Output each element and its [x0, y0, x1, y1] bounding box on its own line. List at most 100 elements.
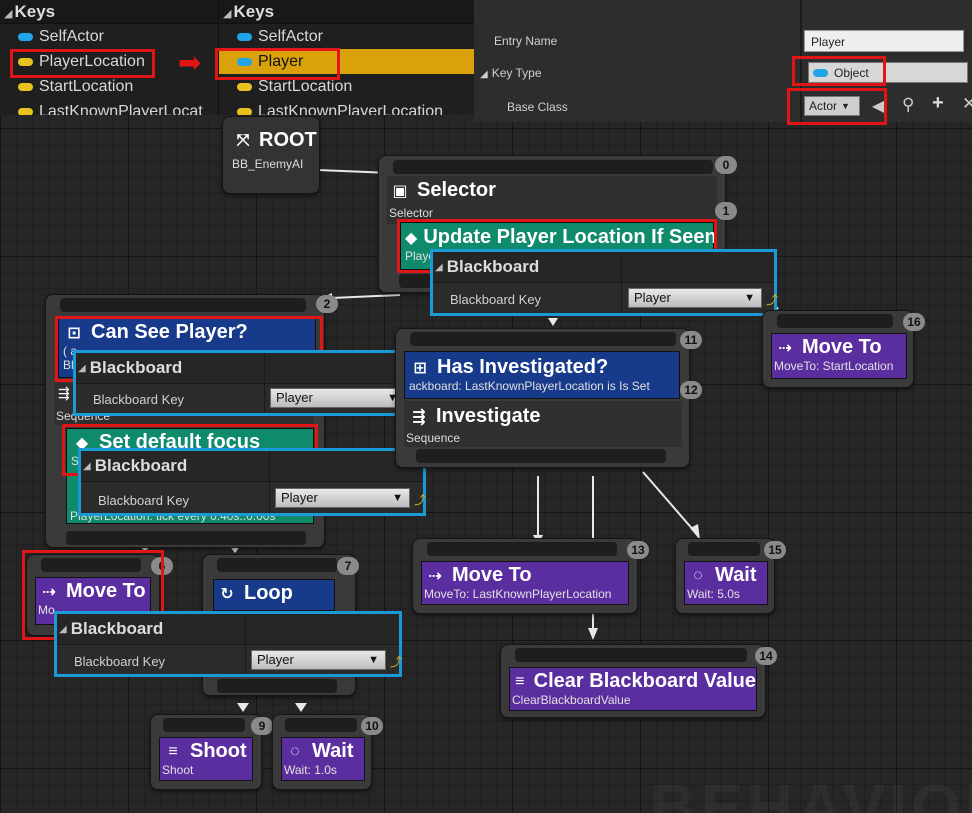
node-index-badge: 1	[715, 202, 737, 220]
blackboard-section-header[interactable]: ◢ Blackboard	[81, 451, 423, 482]
collapse-arrow-icon[interactable]: ◢	[223, 8, 231, 20]
wait-icon: ◌	[290, 742, 300, 760]
key-item-selfactor[interactable]: SelfActor	[219, 24, 474, 49]
selector-icon: ▣	[392, 182, 408, 200]
column-divider	[621, 252, 622, 313]
task-title: ≡ Shoot	[160, 738, 252, 763]
collapse-arrow-icon[interactable]: ◢	[4, 8, 12, 20]
node-index-badge: 0	[715, 156, 737, 174]
collapse-arrow-icon: ◢	[83, 460, 91, 472]
has-investigated-decorator[interactable]: ⊞ Has Investigated? ackboard: LastKnownPl…	[404, 351, 680, 399]
tree-root-icon: ⤧	[236, 131, 250, 149]
move-to-task: ⇢ Move To MoveTo: StartLocation	[771, 333, 907, 379]
wait-icon: ◌	[693, 566, 703, 584]
blackboard-popup: ◢Blackboard Blackboard Key Player▼ ⤴	[73, 350, 421, 416]
clear-icon[interactable]: ✕	[962, 94, 972, 114]
node-index-badge: 2	[316, 295, 338, 313]
object-key-icon	[18, 32, 33, 41]
blackboard-popup: ◢Blackboard Blackboard Key Player▼ ⤴	[54, 611, 402, 677]
input-pin[interactable]	[427, 542, 617, 556]
key-item-lastknown[interactable]: LastKnownPlayerLocation	[219, 99, 474, 115]
investigate-header: ⇶ Investigate Sequence	[404, 401, 682, 447]
keys-header: ◢ Keys	[219, 0, 474, 24]
node-index-badge: 15	[764, 541, 786, 559]
chevron-down-icon: ▼	[368, 654, 379, 666]
blackboard-popup: ◢Blackboard Blackboard Key Player▼ ⤴	[430, 249, 778, 316]
decorator-subtitle: ackboard: LastKnownPlayerLocation is Is …	[409, 379, 650, 393]
blackboard-key-label: Blackboard Key	[93, 392, 185, 407]
blackboard-key-label: Blackboard Key	[450, 292, 542, 307]
output-pin[interactable]	[66, 531, 306, 545]
input-pin[interactable]	[515, 648, 747, 662]
details-panel: Entry Name Player ◢ Key Type Object Base …	[474, 0, 972, 122]
output-pin[interactable]	[217, 679, 337, 693]
column-divider	[245, 614, 246, 674]
input-pin[interactable]	[410, 332, 676, 346]
task-subtitle: ClearBlackboardValue	[512, 693, 631, 707]
shoot-task-icon: ≡	[168, 742, 178, 760]
reset-icon[interactable]: ⤴	[390, 653, 402, 670]
task-title: ◌ Wait	[685, 562, 767, 587]
input-pin[interactable]	[163, 718, 245, 732]
search-icon[interactable]: ⚲	[902, 95, 914, 115]
blackboard-key-label: Blackboard Key	[74, 654, 166, 669]
investigate-node[interactable]: 11 ⊞ Has Investigated? ackboard: LastKnow…	[395, 328, 702, 468]
wait-1-node[interactable]: 10 ◌ Wait Wait: 1.0s	[272, 714, 383, 790]
loop-icon: ↻	[220, 585, 234, 603]
move-to-last-node[interactable]: 13 ⇢ Move To MoveTo: LastKnownPlayerLocat…	[412, 538, 649, 614]
key-item-lastknown[interactable]: LastKnownPlayerLocat	[0, 99, 218, 115]
output-pin[interactable]	[416, 449, 666, 463]
clear-value-icon: ≡	[515, 672, 525, 690]
vector-key-icon	[18, 82, 33, 91]
task-title: ⇢ Move To	[772, 334, 906, 359]
highlight-key-type	[792, 56, 886, 86]
input-pin[interactable]	[217, 558, 337, 572]
investigate-title: ⇶ Investigate	[408, 405, 540, 428]
shoot-node[interactable]: 9 ≡ Shoot Shoot	[150, 714, 273, 790]
wait-task: ◌ Wait Wait: 5.0s	[684, 561, 768, 605]
input-pin[interactable]	[777, 314, 893, 328]
base-class-label: Base Class	[507, 100, 568, 114]
reset-icon[interactable]: ⤴	[766, 291, 778, 308]
node-index-badge: 16	[903, 313, 925, 331]
task-title: ⇢ Move To	[422, 562, 628, 587]
blackboard-key-dropdown[interactable]: Player ▼	[628, 288, 762, 308]
blackboard-section-header[interactable]: ◢ Blackboard	[433, 252, 774, 283]
collapse-arrow-icon: ◢	[59, 623, 67, 635]
input-pin[interactable]	[285, 718, 357, 732]
blackboard-section-header[interactable]: ◢ Blackboard	[57, 614, 399, 645]
clear-bb-node[interactable]: 14 ≡ Clear Blackboard Value ClearBlackboa…	[500, 644, 777, 718]
input-pin[interactable]	[393, 160, 713, 174]
reset-icon[interactable]: ⤴	[414, 491, 426, 508]
keys-header: ◢ Keys	[0, 0, 218, 24]
root-subtitle: BB_EnemyAI	[232, 157, 304, 171]
vector-key-icon	[18, 107, 33, 115]
blackboard-key-dropdown[interactable]: Player ▼	[275, 488, 410, 508]
entry-name-label: Entry Name	[494, 34, 558, 48]
blackboard-section-header[interactable]: ◢ Blackboard	[76, 353, 418, 384]
blackboard-popup: ◢Blackboard Blackboard Key Player▼ ⤴	[78, 448, 426, 516]
wait-5-node[interactable]: 15 ◌ Wait Wait: 5.0s	[675, 538, 786, 614]
blackboard-key-dropdown[interactable]: Player ▼	[270, 388, 405, 408]
blackboard-key-label: Blackboard Key	[98, 493, 190, 508]
root-node[interactable]: ⤧ ROOT BB_EnemyAI	[222, 116, 320, 194]
node-index-badge: 13	[627, 541, 649, 559]
move-to-icon: ⇢	[778, 339, 792, 357]
blackboard-key-dropdown[interactable]: Player ▼	[251, 650, 386, 670]
move-to-start-node[interactable]: 16 ⇢ Move To MoveTo: StartLocation	[762, 310, 925, 388]
vector-key-icon	[237, 82, 252, 91]
add-icon[interactable]: +	[932, 92, 944, 115]
highlight-base-class	[787, 88, 887, 125]
loop-decorator[interactable]: ↻ Loop	[213, 579, 335, 611]
selector-subtitle: Selector	[389, 206, 434, 220]
node-index-badge: 12	[680, 381, 702, 399]
expand-arrow-icon[interactable]: ◢	[480, 69, 488, 80]
entry-name-field[interactable]: Player	[804, 30, 964, 52]
column-divider	[264, 353, 265, 413]
input-pin[interactable]	[60, 298, 306, 312]
node-index-badge: 11	[680, 331, 702, 349]
node-index-badge: 9	[251, 717, 273, 735]
task-subtitle: Wait: 5.0s	[687, 587, 740, 601]
input-pin[interactable]	[688, 542, 760, 556]
task-title: ≡ Clear Blackboard Value	[510, 668, 756, 693]
